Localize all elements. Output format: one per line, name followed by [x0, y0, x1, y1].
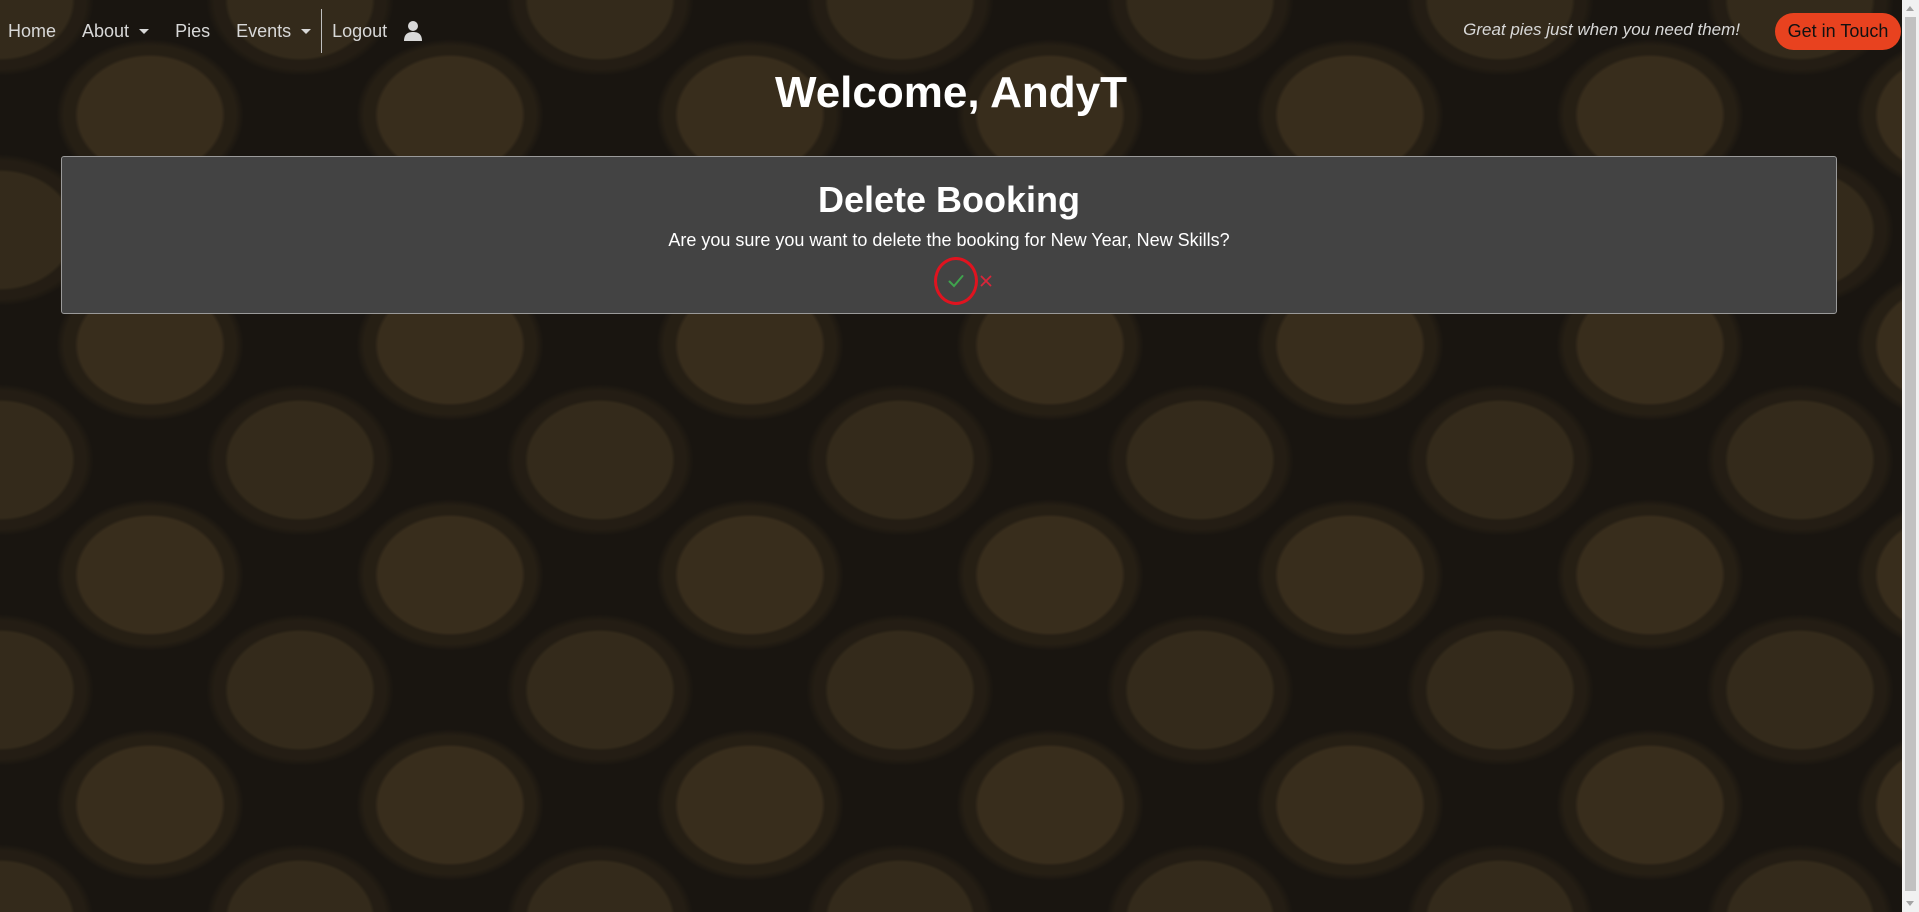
navbar: Home About Pies Events Logout Great pies…	[0, 0, 1902, 62]
nav-logout[interactable]: Logout	[332, 21, 387, 42]
vertical-scrollbar[interactable]	[1902, 0, 1919, 912]
close-icon	[980, 275, 992, 287]
cancel-delete-button[interactable]	[980, 275, 992, 287]
scroll-down-arrow-icon[interactable]	[1906, 901, 1914, 906]
nav-events-dropdown[interactable]: Events	[236, 20, 312, 42]
dialog-title: Delete Booking	[817, 179, 1081, 220]
scroll-up-arrow-icon[interactable]	[1906, 6, 1914, 11]
nav-events-label: Events	[236, 20, 292, 41]
nav-pies[interactable]: Pies	[175, 21, 210, 42]
nav-links: Home About Pies Events Logout	[8, 0, 423, 62]
welcome-heading: Welcome, AndyT	[774, 68, 1128, 117]
dialog-actions	[62, 257, 1836, 305]
dialog-message: Are you sure you want to delete the book…	[668, 230, 1230, 250]
tagline: Great pies just when you need them!	[1463, 20, 1740, 39]
confirm-delete-button[interactable]	[934, 257, 978, 305]
caret-down-icon	[301, 28, 312, 34]
nav-about-label: About	[82, 20, 130, 41]
nav-about-dropdown[interactable]: About	[82, 20, 150, 42]
background-overlay	[0, 0, 1902, 912]
caret-down-icon	[139, 28, 150, 34]
nav-divider	[321, 9, 323, 53]
get-in-touch-button[interactable]: Get in Touch	[1775, 13, 1901, 50]
user-icon[interactable]	[403, 20, 423, 42]
highlight-ring	[934, 257, 978, 305]
scrollbar-thumb[interactable]	[1905, 17, 1916, 891]
nav-home[interactable]: Home	[8, 21, 56, 42]
delete-booking-card: Delete Booking Are you sure you want to …	[61, 156, 1837, 314]
